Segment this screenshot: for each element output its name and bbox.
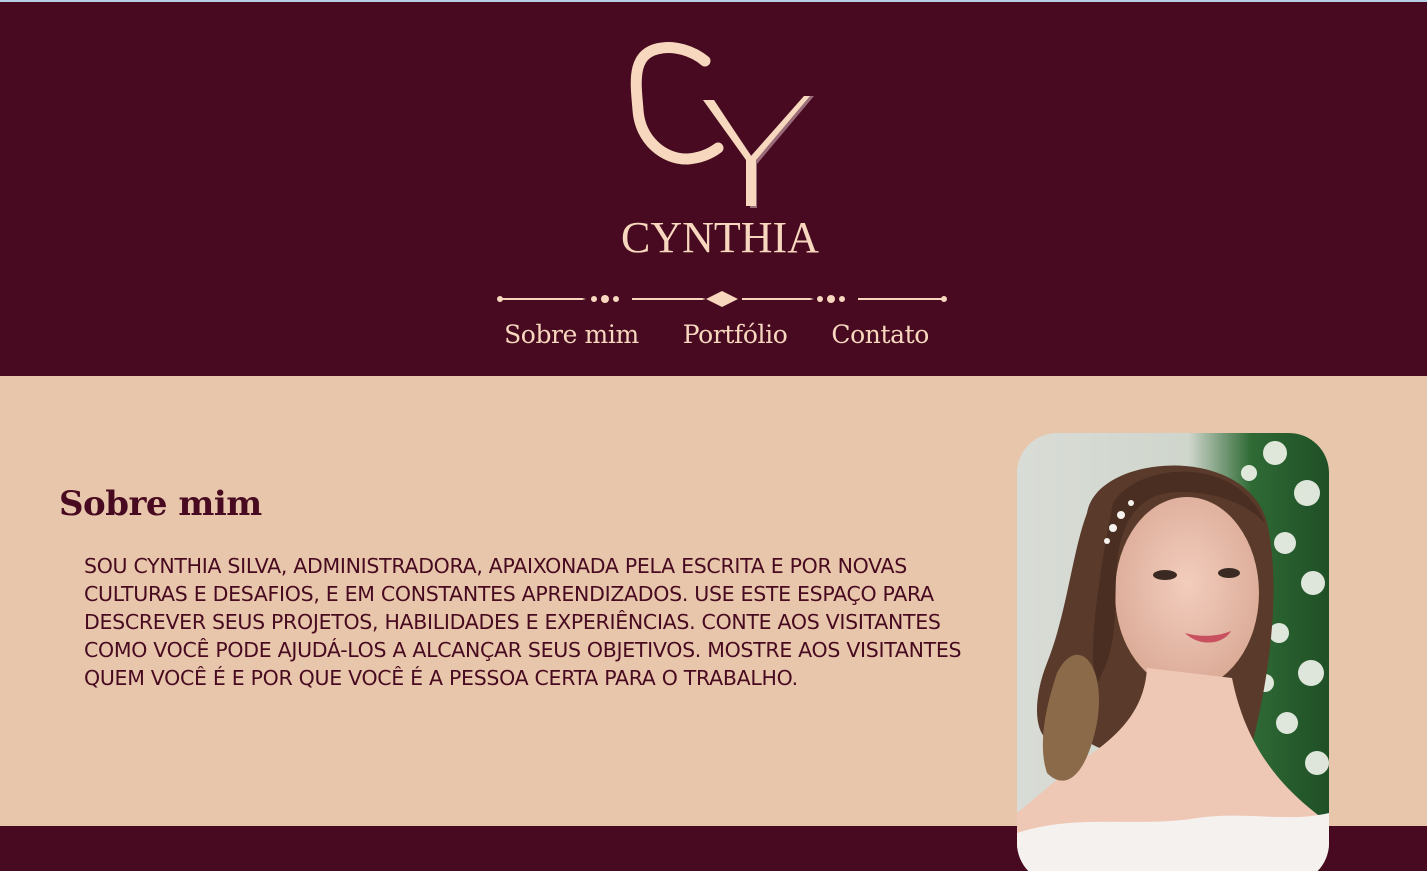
nav-link-portfolio[interactable]: Portfólio — [683, 320, 788, 349]
nav-link-contato[interactable]: Contato — [831, 320, 929, 349]
about-heading: Sobre mim — [59, 484, 262, 524]
profile-photo — [1017, 433, 1329, 871]
about-text: Sou Cynthia Silva, Administradora, apaix… — [84, 554, 962, 690]
site-header: CYNTHIA Sobre mim Portfólio Contato — [0, 2, 1427, 376]
brand-name: CYNTHIA — [621, 213, 819, 262]
main-nav: Sobre mim Portfólio Contato — [0, 320, 1427, 349]
divider-ornament — [497, 291, 947, 307]
nav-link-sobre-mim[interactable]: Sobre mim — [504, 320, 639, 349]
cy-logo[interactable]: CYNTHIA — [600, 38, 840, 263]
